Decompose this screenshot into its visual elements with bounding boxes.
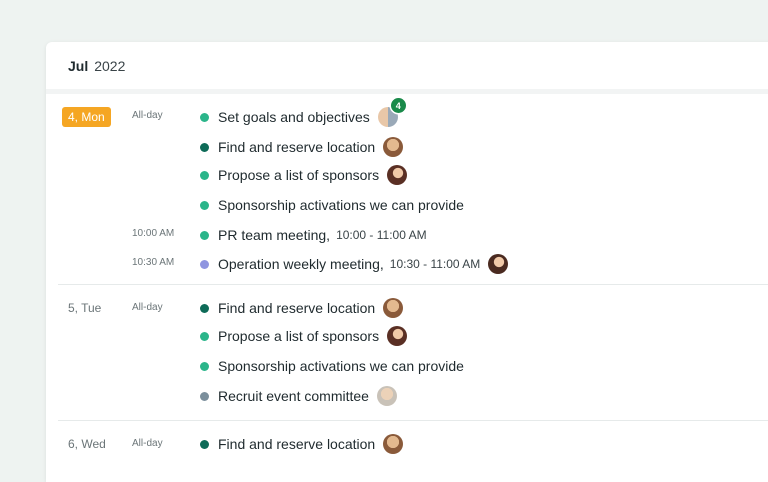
event-time-range: 10:00 - 11:00 AM bbox=[336, 228, 427, 242]
event-item[interactable]: Propose a list of sponsors bbox=[200, 324, 408, 348]
woman-avatar[interactable] bbox=[387, 165, 408, 185]
event-title: Find and reserve location bbox=[218, 300, 376, 316]
event-title: Find and reserve location bbox=[218, 436, 376, 452]
event-color-dot bbox=[200, 303, 209, 313]
time-label: 10:00 AM bbox=[132, 228, 175, 239]
event-color-dot bbox=[200, 361, 209, 371]
agenda-card: Jul 2022 4, Mon All-day Set goals and ob… bbox=[46, 42, 768, 482]
time-label: All-day bbox=[132, 438, 163, 449]
header-month[interactable]: Jul bbox=[68, 58, 88, 74]
man-avatar[interactable] bbox=[383, 298, 404, 318]
man-avatar[interactable] bbox=[383, 434, 404, 454]
time-label: All-day bbox=[132, 110, 163, 121]
event-item[interactable]: Operation weekly meeting, 10:30 - 11:00 … bbox=[200, 252, 509, 276]
event-item[interactable]: Recruit event committee bbox=[200, 384, 397, 408]
event-color-dot bbox=[200, 439, 209, 449]
event-item[interactable]: Propose a list of sponsors bbox=[200, 163, 408, 187]
event-title: Sponsorship activations we can provide bbox=[218, 358, 464, 374]
header-year[interactable]: 2022 bbox=[94, 58, 125, 74]
event-title: Operation weekly meeting, bbox=[218, 256, 384, 272]
event-item[interactable]: PR team meeting, 10:00 - 11:00 AM bbox=[200, 223, 427, 247]
event-color-dot bbox=[200, 142, 209, 152]
date-label[interactable]: 6, Wed bbox=[62, 434, 112, 454]
event-color-dot bbox=[200, 230, 209, 240]
event-item[interactable]: Find and reserve location bbox=[200, 432, 404, 456]
event-item[interactable]: Sponsorship activations we can provide bbox=[200, 193, 464, 217]
event-title: Sponsorship activations we can provide bbox=[218, 197, 464, 213]
event-color-dot bbox=[200, 170, 209, 180]
day-divider bbox=[58, 284, 768, 285]
event-title: Propose a list of sponsors bbox=[218, 167, 380, 183]
event-item[interactable]: Find and reserve location bbox=[200, 135, 404, 159]
event-color-dot bbox=[200, 331, 209, 341]
event-item[interactable]: Sponsorship activations we can provide bbox=[200, 354, 464, 378]
woman-avatar[interactable] bbox=[488, 254, 509, 274]
attendee-count-badge: 4 bbox=[390, 98, 406, 113]
event-title: Set goals and objectives bbox=[218, 109, 370, 125]
older-man-avatar[interactable] bbox=[376, 386, 397, 406]
event-title: Find and reserve location bbox=[218, 139, 376, 155]
event-item[interactable]: Set goals and objectives 4 bbox=[200, 98, 406, 129]
time-label: 10:30 AM bbox=[132, 257, 175, 268]
woman-avatar[interactable] bbox=[387, 326, 408, 346]
event-title: Propose a list of sponsors bbox=[218, 328, 380, 344]
event-color-dot bbox=[200, 391, 209, 401]
time-label: All-day bbox=[132, 302, 163, 313]
event-color-dot bbox=[200, 200, 209, 210]
person-pair-avatar[interactable]: 4 bbox=[377, 98, 406, 127]
day-divider bbox=[58, 420, 768, 421]
agenda-header: Jul 2022 bbox=[46, 42, 768, 94]
event-item[interactable]: Find and reserve location bbox=[200, 296, 404, 320]
event-title: Recruit event committee bbox=[218, 388, 369, 404]
date-label-today[interactable]: 4, Mon bbox=[62, 107, 111, 127]
event-color-dot bbox=[200, 259, 209, 269]
event-time-range: 10:30 - 11:00 AM bbox=[389, 257, 481, 271]
man-avatar[interactable] bbox=[383, 137, 404, 157]
event-title: PR team meeting, bbox=[218, 227, 331, 243]
date-label[interactable]: 5, Tue bbox=[62, 298, 107, 318]
event-color-dot bbox=[200, 112, 209, 122]
